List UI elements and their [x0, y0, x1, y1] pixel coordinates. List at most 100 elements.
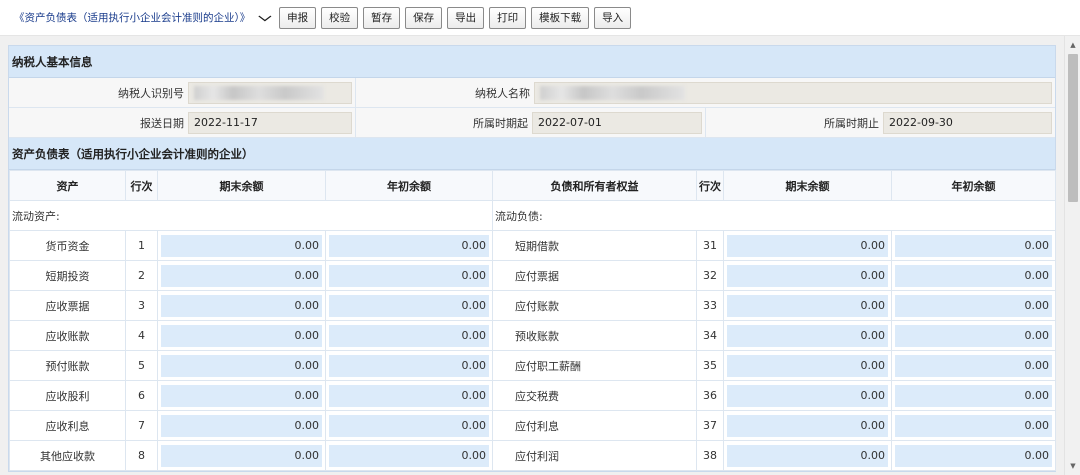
taxpayer-name-field — [534, 81, 1052, 104]
asset-begin-balance-input[interactable]: 0.00 — [329, 444, 489, 467]
taxpayer-name-label: 纳税人名称 — [475, 86, 530, 100]
submit-date-value: 2022-11-17 — [194, 116, 258, 129]
asset-begin-balance-input[interactable]: 0.00 — [329, 234, 489, 257]
liability-name: 应付职工薪酬 — [492, 350, 697, 381]
export-button[interactable]: 导出 — [447, 6, 485, 29]
asset-end-balance-input[interactable]: 0.00 — [161, 234, 322, 257]
asset-begin-balance-input[interactable]: 0.00 — [329, 264, 489, 287]
liability-begin-balance-input[interactable]: 0.00 — [895, 264, 1052, 287]
form-panel: 纳税人基本信息 纳税人识别号 纳税人名称 报送日期 2022-11-17 所属时… — [8, 45, 1056, 472]
col-header-assets: 资产 — [9, 170, 126, 201]
liability-end-balance-input[interactable]: 0.00 — [727, 354, 888, 377]
scrollbar-thumb[interactable] — [1068, 54, 1078, 202]
liability-end-balance-input[interactable]: 0.00 — [727, 444, 888, 467]
taxpayer-row-2: 报送日期 2022-11-17 所属时期起 2022-07-01 所属时期止 2… — [9, 108, 1055, 138]
liability-end-cell: 0.00 — [723, 230, 892, 261]
chevron-down-icon[interactable]: ⌵ — [259, 10, 272, 25]
asset-name: 预付账款 — [9, 350, 126, 381]
asset-end-balance-input[interactable]: 0.00 — [161, 264, 322, 287]
liability-begin-balance-input[interactable]: 0.00 — [895, 414, 1052, 437]
table-row: 短期投资 2 0.00 0.00 应付票据 32 0.00 0.00 — [9, 260, 1056, 291]
liability-begin-cell: 0.00 — [891, 260, 1056, 291]
taxpayer-name-cell: 纳税人名称 — [356, 78, 1055, 107]
asset-line-no: 4 — [125, 320, 158, 351]
balance-sheet-rows: 货币资金 1 0.00 0.00 短期借款 31 0.00 0.00 短期投资 2 0.00 0.00… — [9, 230, 1056, 471]
liability-line-no: 37 — [696, 410, 724, 441]
table-row: 应收票据 3 0.00 0.00 应付账款 33 0.00 0.00 — [9, 290, 1056, 321]
balance-sheet-section-title: 资产负债表（适用执行小企业会计准则的企业） — [9, 138, 1055, 170]
period-end-field: 2022-09-30 — [883, 111, 1052, 134]
scroll-up-icon[interactable]: ▲ — [1065, 38, 1080, 52]
asset-begin-balance-input[interactable]: 0.00 — [329, 354, 489, 377]
table-row: 预付账款 5 0.00 0.00 应付职工薪酬 35 0.00 0.00 — [9, 350, 1056, 381]
asset-end-balance-input[interactable]: 0.00 — [161, 354, 322, 377]
validate-button[interactable]: 校验 — [321, 6, 359, 29]
form-select[interactable]: 《资产负债表（适用执行小企业会计准则的企业）》 ⌵ — [14, 7, 272, 29]
asset-line-no: 5 — [125, 350, 158, 381]
asset-end-cell: 0.00 — [157, 260, 326, 291]
temp-save-button[interactable]: 暂存 — [363, 6, 401, 29]
col-header-liabilities: 负债和所有者权益 — [492, 170, 697, 201]
liability-end-balance-input[interactable]: 0.00 — [727, 384, 888, 407]
liability-begin-balance-input[interactable]: 0.00 — [895, 234, 1052, 257]
asset-line-no: 6 — [125, 380, 158, 411]
liability-end-cell: 0.00 — [723, 440, 892, 471]
asset-begin-cell: 0.00 — [325, 230, 493, 261]
asset-name: 应收账款 — [9, 320, 126, 351]
liability-begin-balance-input[interactable]: 0.00 — [895, 444, 1052, 467]
asset-end-cell: 0.00 — [157, 410, 326, 441]
liability-end-cell: 0.00 — [723, 320, 892, 351]
asset-line-no: 8 — [125, 440, 158, 471]
liability-name: 短期借款 — [492, 230, 697, 261]
liability-begin-balance-input[interactable]: 0.00 — [895, 294, 1052, 317]
submit-date-field: 2022-11-17 — [188, 111, 352, 134]
asset-end-cell: 0.00 — [157, 230, 326, 261]
toolbar: 《资产负债表（适用执行小企业会计准则的企业）》 ⌵ 申报 校验 暂存 保存 导出… — [0, 0, 1080, 36]
asset-end-cell: 0.00 — [157, 380, 326, 411]
form-content: 纳税人基本信息 纳税人识别号 纳税人名称 报送日期 2022-11-17 所属时… — [0, 36, 1064, 475]
asset-end-cell: 0.00 — [157, 320, 326, 351]
asset-begin-balance-input[interactable]: 0.00 — [329, 324, 489, 347]
asset-begin-balance-input[interactable]: 0.00 — [329, 384, 489, 407]
liability-begin-balance-input[interactable]: 0.00 — [895, 354, 1052, 377]
asset-name: 应收票据 — [9, 290, 126, 321]
period-start-cell: 所属时期起 2022-07-01 — [356, 108, 706, 137]
print-button[interactable]: 打印 — [489, 6, 527, 29]
import-button[interactable]: 导入 — [594, 6, 632, 29]
liability-begin-cell: 0.00 — [891, 350, 1056, 381]
liability-name: 应付利息 — [492, 410, 697, 441]
scroll-down-icon[interactable]: ▼ — [1065, 459, 1080, 473]
table-row: 应收账款 4 0.00 0.00 预收账款 34 0.00 0.00 — [9, 320, 1056, 351]
col-header-line: 行次 — [696, 170, 724, 201]
vertical-scrollbar[interactable]: ▲ ▼ — [1064, 36, 1080, 475]
liability-end-balance-input[interactable]: 0.00 — [727, 234, 888, 257]
asset-end-balance-input[interactable]: 0.00 — [161, 444, 322, 467]
asset-end-cell: 0.00 — [157, 440, 326, 471]
template-download-button[interactable]: 模板下载 — [531, 6, 590, 29]
period-start-field: 2022-07-01 — [532, 111, 702, 134]
asset-begin-cell: 0.00 — [325, 260, 493, 291]
redacted-blur — [194, 85, 324, 100]
liability-line-no: 36 — [696, 380, 724, 411]
liability-begin-balance-input[interactable]: 0.00 — [895, 384, 1052, 407]
asset-begin-balance-input[interactable]: 0.00 — [329, 414, 489, 437]
save-button[interactable]: 保存 — [405, 6, 443, 29]
liability-end-balance-input[interactable]: 0.00 — [727, 294, 888, 317]
period-end-cell: 所属时期止 2022-09-30 — [706, 108, 1055, 137]
asset-end-balance-input[interactable]: 0.00 — [161, 324, 322, 347]
asset-line-no: 7 — [125, 410, 158, 441]
col-header-begin-balance: 年初余额 — [891, 170, 1056, 201]
liability-end-balance-input[interactable]: 0.00 — [727, 324, 888, 347]
liability-end-balance-input[interactable]: 0.00 — [727, 414, 888, 437]
asset-end-balance-input[interactable]: 0.00 — [161, 384, 322, 407]
asset-end-balance-input[interactable]: 0.00 — [161, 414, 322, 437]
liability-end-balance-input[interactable]: 0.00 — [727, 264, 888, 287]
taxpayer-id-field — [188, 81, 352, 104]
liability-end-cell: 0.00 — [723, 260, 892, 291]
liability-begin-balance-input[interactable]: 0.00 — [895, 324, 1052, 347]
asset-name: 货币资金 — [9, 230, 126, 261]
asset-begin-balance-input[interactable]: 0.00 — [329, 294, 489, 317]
taxpayer-row-1: 纳税人识别号 纳税人名称 — [9, 78, 1055, 108]
declare-button[interactable]: 申报 — [279, 6, 317, 29]
asset-end-balance-input[interactable]: 0.00 — [161, 294, 322, 317]
